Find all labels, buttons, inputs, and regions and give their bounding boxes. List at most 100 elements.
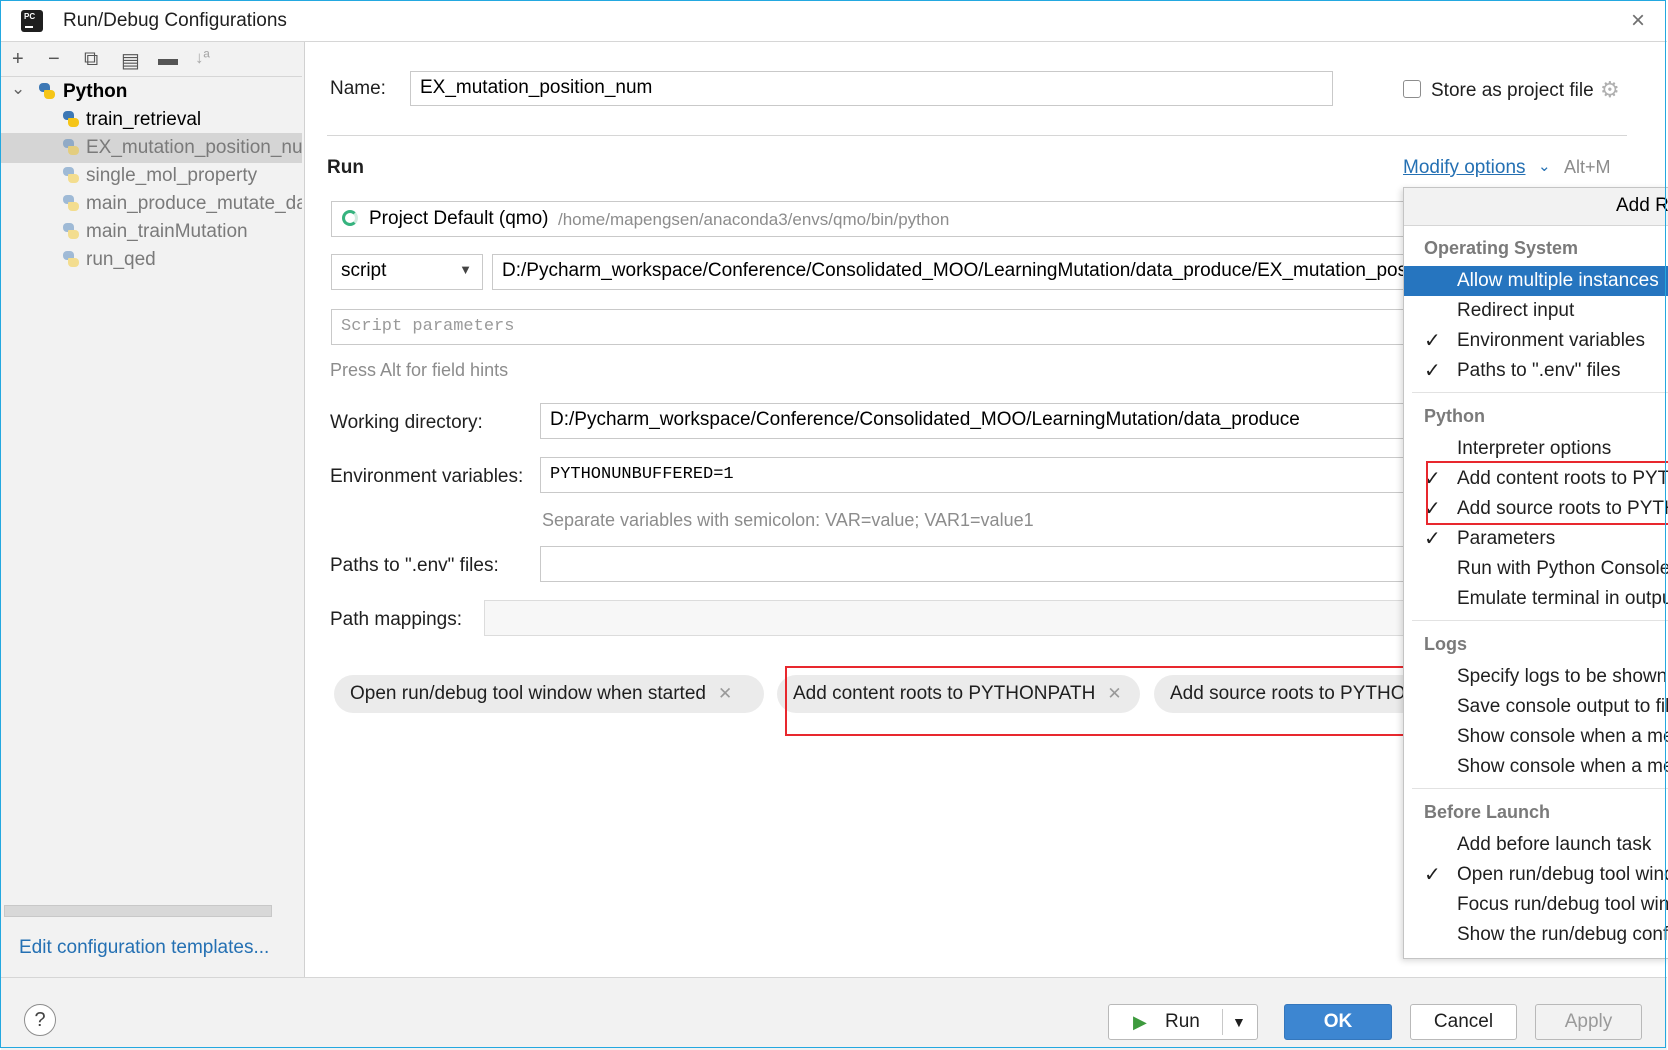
remove-icon[interactable]: − xyxy=(48,48,60,71)
help-button[interactable]: ? xyxy=(24,1004,56,1036)
option-interpreter-options[interactable]: Interpreter options xyxy=(1404,434,1668,464)
sort-icon[interactable]: ↓ª xyxy=(195,48,210,68)
tree-item-single-mol-property[interactable]: single_mol_property xyxy=(1,161,302,191)
popup-divider xyxy=(1412,620,1668,621)
field-hint: Press Alt for field hints xyxy=(330,360,509,380)
interpreter-path: /home/mapengsen/anaconda3/envs/qmo/bin/p… xyxy=(558,210,950,229)
option-label: Run with Python Console xyxy=(1457,558,1668,579)
python-icon xyxy=(63,139,79,155)
working-dir-label: Working directory: xyxy=(330,412,483,433)
option-show-settings-before-start[interactable]: Show the run/debug configuration setting… xyxy=(1404,920,1668,950)
option-show-console-stderr[interactable]: Show console when a message is printed t… xyxy=(1404,752,1668,782)
interpreter-select[interactable]: Project Default (qmo) /home/mapengsen/an… xyxy=(331,201,1431,237)
name-label: Name: xyxy=(330,78,386,99)
script-path-input[interactable]: D:/Pycharm_workspace/Conference/Consolid… xyxy=(492,254,1432,290)
script-parameters-input[interactable]: Script parameters xyxy=(331,309,1431,345)
tree-item-train-retrieval[interactable]: train_retrieval xyxy=(1,105,302,135)
option-allow-multiple-instances[interactable]: Allow multiple instances xyxy=(1404,266,1668,296)
tree-item-main-trainmutation[interactable]: main_trainMutation xyxy=(1,217,302,247)
option-emulate-terminal[interactable]: Emulate terminal in output console xyxy=(1404,584,1668,614)
python-icon xyxy=(63,167,79,183)
ok-button[interactable]: OK xyxy=(1284,1004,1392,1040)
option-label: Specify logs to be shown in console xyxy=(1457,666,1668,687)
check-icon: ✓ xyxy=(1424,330,1441,352)
env-vars-hint: Separate variables with semicolon: VAR=v… xyxy=(542,510,1034,530)
name-input[interactable]: EX_mutation_position_num xyxy=(410,71,1333,106)
popup-divider xyxy=(1412,392,1668,393)
copy-icon[interactable]: ⧉ xyxy=(84,48,98,71)
chevron-down-icon[interactable]: ⌄ xyxy=(1538,157,1551,175)
chip-open-tool-window[interactable]: Open run/debug tool window when started ✕ xyxy=(334,675,764,713)
run-button[interactable]: ▶ Run ▼ xyxy=(1108,1004,1258,1040)
option-label: Show console when a message is printed t… xyxy=(1457,726,1668,747)
new-folder-icon[interactable]: ▬ xyxy=(158,48,178,71)
path-mappings-input[interactable] xyxy=(484,600,1432,636)
tree-item-label: main_produce_mutate_data xyxy=(86,193,302,214)
run-section-title: Run xyxy=(327,157,364,178)
option-save-console-output[interactable]: Save console output to file xyxy=(1404,692,1668,722)
option-label: Paths to ".env" files xyxy=(1457,360,1621,381)
option-focus-tool-window[interactable]: Focus run/debug tool window when started xyxy=(1404,890,1668,920)
section-before-launch: Before Launch xyxy=(1424,802,1551,822)
save-icon[interactable]: ▤ xyxy=(121,48,140,73)
store-as-project-checkbox[interactable] xyxy=(1403,80,1421,98)
check-icon: ✓ xyxy=(1424,864,1441,886)
tree-group-label: Python xyxy=(63,81,128,102)
chip-label: Open run/debug tool window when started xyxy=(350,683,706,704)
interpreter-name: Project Default (qmo) xyxy=(369,208,549,229)
python-icon xyxy=(63,223,79,239)
tree-item-ex-mutation-position-num[interactable]: EX_mutation_position_num xyxy=(1,133,302,163)
env-vars-input[interactable]: PYTHONUNBUFFERED=1 xyxy=(540,457,1432,493)
option-specify-logs[interactable]: Specify logs to be shown in console xyxy=(1404,662,1668,692)
option-parameters[interactable]: ✓ Parameters xyxy=(1404,524,1668,554)
option-show-console-stdout[interactable]: Show console when a message is printed t… xyxy=(1404,722,1668,752)
modify-options-link[interactable]: Modify options xyxy=(1403,157,1526,179)
modify-options-popup: Add Run Options Operating System Allow m… xyxy=(1403,187,1668,959)
option-label: Emulate terminal in output console xyxy=(1457,588,1668,609)
app-icon-label: PC xyxy=(24,12,36,21)
path-mappings-label: Path mappings: xyxy=(330,609,463,630)
chevron-down-icon[interactable]: ⌄ xyxy=(11,79,25,99)
dropdown-arrow-icon[interactable]: ▼ xyxy=(1232,1005,1246,1039)
script-type-select[interactable]: script ▼ xyxy=(331,254,483,290)
tree-item-label: run_qed xyxy=(86,249,156,270)
highlight-box-chips xyxy=(785,666,1408,736)
title-bar: PC Run/Debug Configurations × xyxy=(1,1,1667,42)
env-vars-label: Environment variables: xyxy=(330,466,524,487)
loading-spinner-icon xyxy=(342,210,358,226)
gear-icon[interactable]: ⚙ xyxy=(1600,77,1620,103)
python-icon xyxy=(63,251,79,267)
dropdown-arrow-icon[interactable]: ▼ xyxy=(459,262,472,277)
option-label: Show the run/debug configuration setting… xyxy=(1457,924,1668,945)
popup-header: Add Run Options xyxy=(1404,188,1668,226)
python-icon xyxy=(63,195,79,211)
close-icon[interactable]: × xyxy=(1631,7,1645,35)
env-files-input[interactable] xyxy=(540,546,1432,582)
option-environment-variables[interactable]: ✓ Environment variables xyxy=(1404,326,1668,356)
tree-item-run-qed[interactable]: run_qed xyxy=(1,245,302,275)
pycharm-logo-icon: PC xyxy=(17,7,47,32)
cancel-button[interactable]: Cancel xyxy=(1410,1004,1517,1040)
option-add-before-launch[interactable]: Add before launch task xyxy=(1404,830,1668,860)
add-icon[interactable]: + xyxy=(12,48,24,71)
tree-group-python[interactable]: ⌄ Python xyxy=(1,77,302,107)
option-open-tool-window[interactable]: ✓ Open run/debug tool window when started xyxy=(1404,860,1668,890)
working-dir-input[interactable]: D:/Pycharm_workspace/Conference/Consolid… xyxy=(540,403,1432,439)
section-logs: Logs xyxy=(1424,634,1467,654)
option-label: Allow multiple instances xyxy=(1457,270,1659,291)
section-divider xyxy=(327,135,1627,136)
close-icon[interactable]: ✕ xyxy=(718,684,732,703)
run-arrow-icon: ▶ xyxy=(1133,1012,1147,1032)
edit-templates-link[interactable]: Edit configuration templates... xyxy=(19,937,269,959)
option-redirect-input[interactable]: Redirect input xyxy=(1404,296,1668,326)
env-files-label: Paths to ".env" files: xyxy=(330,555,499,576)
tree-item-main-produce-mutate-data[interactable]: main_produce_mutate_data xyxy=(1,189,302,219)
option-run-with-python-console[interactable]: Run with Python Console xyxy=(1404,554,1668,584)
horizontal-scrollbar[interactable] xyxy=(4,905,272,917)
option-label: Open run/debug tool window when started xyxy=(1457,864,1668,885)
apply-button[interactable]: Apply xyxy=(1535,1004,1642,1040)
option-paths-env-files[interactable]: ✓ Paths to ".env" files xyxy=(1404,356,1668,386)
run-button-label: Run xyxy=(1165,1011,1200,1032)
option-label: Redirect input xyxy=(1457,300,1575,321)
store-as-project-label[interactable]: Store as project file xyxy=(1431,80,1594,102)
